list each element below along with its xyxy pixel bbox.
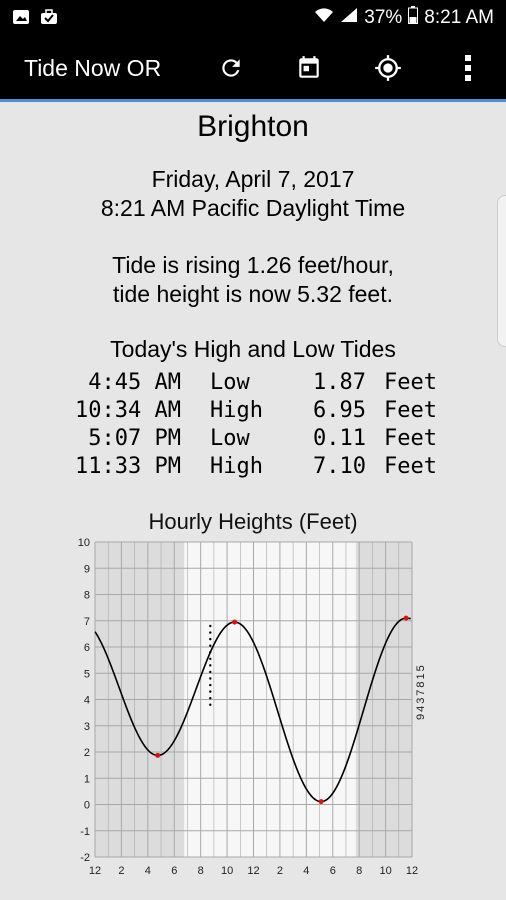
clock: 8:21 AM: [424, 7, 494, 28]
current-time-marker-dot: [209, 677, 212, 680]
current-time-marker-dot: [209, 696, 212, 700]
tide-height: 0.11: [313, 426, 366, 451]
refresh-button[interactable]: [213, 50, 249, 86]
y-tick-label: 7: [84, 616, 90, 628]
briefcase-check-icon: [40, 9, 58, 25]
y-tick-label: 2: [84, 747, 90, 759]
overflow-menu-button[interactable]: [450, 50, 486, 86]
more-vert-icon: [465, 55, 471, 81]
tide-extreme-point: [403, 615, 409, 621]
current-time-marker-dot: [209, 664, 212, 667]
current-time-marker-dot: [209, 670, 212, 674]
current-time-marker-dot: [209, 624, 212, 628]
crosshair-location-icon: [375, 55, 401, 81]
x-tick-label: 10: [221, 865, 233, 877]
tide-unit: Feet: [384, 370, 437, 395]
x-tick-label: 8: [198, 865, 204, 877]
tide-height: 7.10: [313, 454, 366, 479]
tide-time: 11:33 PM: [75, 454, 181, 479]
x-tick-label: 2: [118, 865, 124, 877]
hilo-heading: Today's High and Low Tides: [110, 336, 396, 362]
signal-icon: [340, 7, 358, 29]
tide-height-line: tide height is now 5.32 feet.: [112, 281, 394, 307]
x-tick-label: 12: [89, 865, 101, 877]
tide-unit: Feet: [384, 426, 437, 451]
x-tick-label: 10: [379, 865, 391, 877]
wifi-icon: [314, 7, 334, 29]
hourly-heights-chart: Hourly Heights (Feet) 109876543210-1-212…: [78, 509, 427, 877]
current-time-marker-dot: [209, 690, 212, 693]
tide-extreme-point: [232, 619, 238, 625]
tide-time: 5:07 PM: [88, 426, 181, 451]
x-tick-label: 4: [303, 865, 309, 877]
table-row: 10:34 AM High 6.95 Feet: [0, 398, 506, 426]
x-tick-label: 4: [145, 865, 151, 877]
time-line: 8:21 AM Pacific Daylight Time: [100, 195, 406, 221]
gallery-icon: [12, 9, 30, 25]
status-bar: 37% 8:21 AM: [0, 0, 506, 37]
tide-type: Low: [210, 426, 250, 451]
tide-extreme-point: [155, 752, 161, 758]
app-toolbar: Tide Now OR: [0, 37, 506, 102]
current-time-marker-dot: [209, 631, 212, 634]
x-tick-label: 12: [247, 865, 259, 877]
y-tick-label: 9: [84, 563, 90, 575]
x-tick-label: 2: [277, 865, 283, 877]
tide-height: 1.87: [313, 370, 366, 395]
table-row: 4:45 AM Low 1.87 Feet: [0, 370, 506, 398]
tide-type: Low: [210, 370, 250, 395]
y-tick-label: 5: [84, 668, 90, 680]
tide-rate-line: Tide is rising 1.26 feet/hour,: [112, 252, 394, 278]
tide-extreme-point: [318, 799, 324, 805]
table-row: 5:07 PM Low 0.11 Feet: [0, 426, 506, 454]
y-tick-label: 3: [84, 721, 90, 733]
tide-type: High: [210, 454, 263, 479]
y-tick-label: 10: [78, 537, 90, 549]
current-time-marker-dot: [209, 657, 212, 661]
y-tick-label: -2: [80, 852, 90, 864]
date-line: Friday, April 7, 2017: [151, 166, 355, 192]
calendar-button[interactable]: [291, 50, 327, 86]
x-tick-label: 8: [356, 865, 362, 877]
tide-unit: Feet: [384, 454, 437, 479]
tide-unit: Feet: [384, 398, 437, 423]
current-time-marker-dot: [209, 703, 212, 706]
battery-percent: 37%: [364, 7, 403, 28]
y-tick-label: 6: [84, 642, 90, 654]
refresh-icon: [222, 59, 240, 77]
table-row: 11:33 PM High 7.10 Feet: [0, 454, 506, 482]
current-time-marker-dot: [209, 637, 212, 641]
x-tick-label: 12: [406, 865, 418, 877]
location-button[interactable]: [370, 50, 406, 86]
y-tick-label: 1: [84, 773, 90, 785]
y-tick-label: 4: [84, 695, 90, 707]
tide-time: 10:34 AM: [75, 398, 181, 423]
station-id-label: 9437815: [415, 663, 427, 720]
tide-time: 4:45 AM: [88, 370, 181, 395]
tide-type: High: [210, 398, 263, 423]
x-tick-label: 6: [330, 865, 336, 877]
drawer-edge-handle[interactable]: [497, 195, 506, 347]
location-name: Brighton: [197, 110, 309, 143]
y-tick-label: -1: [80, 826, 90, 838]
y-tick-label: 0: [84, 800, 90, 812]
y-tick-label: 8: [84, 590, 90, 602]
chart-title: Hourly Heights (Feet): [148, 509, 357, 534]
current-time-marker-dot: [209, 644, 212, 647]
app-title: Tide Now OR: [24, 55, 162, 81]
calendar-icon: [299, 56, 319, 78]
current-time-marker-dot: [209, 683, 212, 687]
tide-height: 6.95: [313, 398, 366, 423]
current-time-marker-dot: [209, 651, 212, 654]
battery-icon: [408, 6, 419, 30]
x-tick-label: 6: [171, 865, 177, 877]
